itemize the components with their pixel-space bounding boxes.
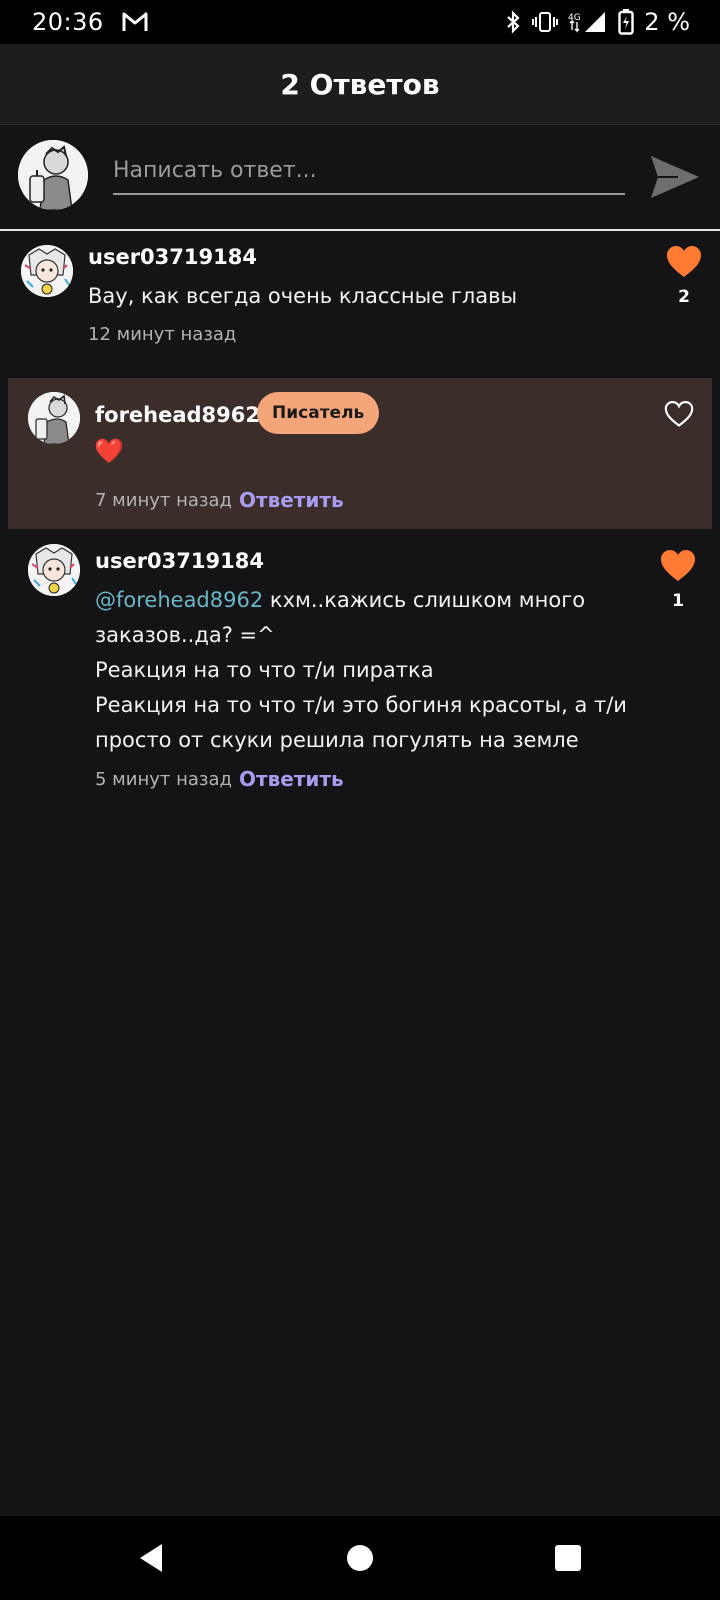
- comment-text: ❤️: [94, 437, 124, 465]
- heart-filled-icon[interactable]: [666, 245, 702, 279]
- author-badge: Писатель: [257, 392, 380, 434]
- vibrate-icon: [532, 12, 559, 32]
- avatar[interactable]: [28, 392, 80, 444]
- comment-time: 7 минут назад: [95, 490, 232, 511]
- signal-icon: 4G: [568, 12, 606, 33]
- comment-text: @forehead8962 кхм..кажись слишком много …: [95, 583, 655, 758]
- heart-outline-icon[interactable]: [664, 400, 694, 428]
- comment-text-line: Реакция на то что т/и это богиня красоты…: [95, 693, 627, 717]
- avatar-image: [28, 544, 80, 596]
- header: 2 Ответов: [0, 44, 720, 125]
- comment-item: user03719184 Вау, как всегда очень класс…: [0, 231, 720, 364]
- comment-text-line: Реакция на то что т/и пиратка: [95, 658, 434, 682]
- send-button[interactable]: [648, 150, 702, 204]
- battery-icon: [618, 9, 634, 35]
- recents-icon[interactable]: [548, 1538, 588, 1578]
- reply-input[interactable]: [113, 147, 625, 195]
- avatar[interactable]: [21, 245, 73, 297]
- avatar[interactable]: [28, 544, 80, 596]
- avatar-image: [21, 245, 73, 297]
- comment-username[interactable]: forehead8962: [95, 403, 260, 427]
- comment-username[interactable]: user03719184: [88, 245, 257, 269]
- back-icon[interactable]: [132, 1538, 172, 1578]
- avatar-image: [18, 140, 88, 210]
- system-nav-bar: [0, 1516, 720, 1600]
- comment-text-line: заказов..да? =^: [95, 623, 275, 647]
- comment-text-line: просто от скуки решила погулять на земле: [95, 728, 579, 752]
- bluetooth-icon: [507, 10, 520, 34]
- status-icons: 4G 2 %: [504, 8, 690, 36]
- reply-button[interactable]: Ответить: [239, 488, 344, 512]
- heart-filled-icon[interactable]: [660, 549, 696, 583]
- comment-time: 5 минут назад: [95, 769, 232, 790]
- svg-text:4G: 4G: [568, 13, 581, 23]
- avatar[interactable]: [18, 140, 88, 210]
- comment-text: Вау, как всегда очень классные главы: [88, 284, 518, 308]
- comment-item-author: forehead8962 Писатель ❤️ 7 минут назад О…: [8, 378, 712, 529]
- gmail-icon: [122, 12, 148, 31]
- like-count: 1: [672, 591, 684, 611]
- status-time: 20:36: [32, 8, 104, 36]
- screen: 20:36 4G 2 % 2 Ответов Написать ответ...…: [0, 0, 720, 1600]
- comment-item: user03719184 @forehead8962 кхм..кажись с…: [0, 529, 720, 799]
- like-count: 2: [678, 287, 690, 307]
- avatar-image: [28, 392, 80, 444]
- page-title: 2 Ответов: [280, 67, 440, 101]
- comment-text-part: кхм..кажись слишком много: [263, 588, 586, 612]
- reply-composer: [0, 125, 720, 231]
- send-icon: [651, 156, 699, 198]
- status-bar: 20:36 4G 2 %: [0, 0, 720, 44]
- battery-percent: 2 %: [644, 8, 690, 36]
- reply-button[interactable]: Ответить: [239, 767, 344, 791]
- home-icon[interactable]: [340, 1538, 380, 1578]
- mention-link[interactable]: @forehead8962: [95, 588, 263, 612]
- comment-username[interactable]: user03719184: [95, 549, 264, 573]
- comment-text-line: @forehead8962 кхм..кажись слишком много: [95, 583, 655, 618]
- comment-time: 12 минут назад: [88, 324, 237, 345]
